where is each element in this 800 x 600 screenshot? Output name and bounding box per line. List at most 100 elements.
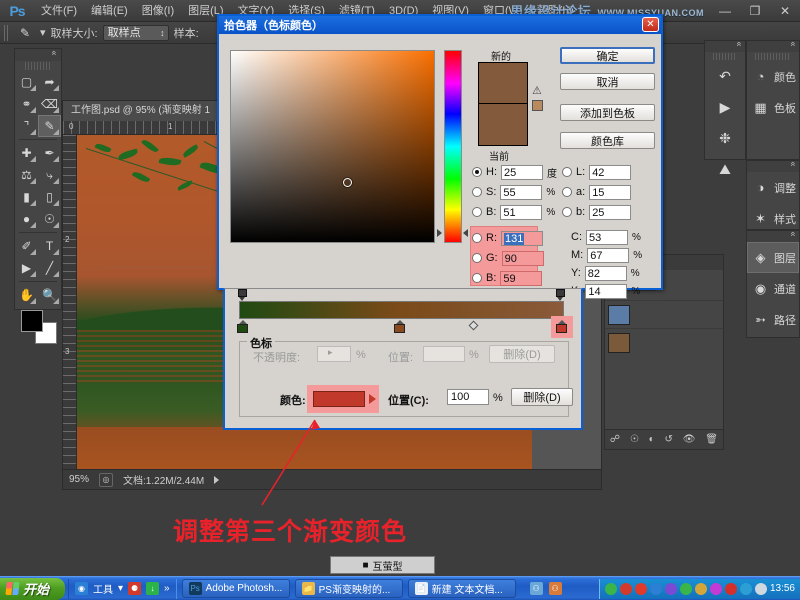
color-stop-1[interactable] xyxy=(237,320,248,333)
panel-paths[interactable]: ➳ 路径 xyxy=(747,304,799,335)
new-color-swatch[interactable] xyxy=(478,62,528,104)
dock4-collapse-icon[interactable] xyxy=(747,231,799,242)
radio-a-icon[interactable] xyxy=(562,187,572,197)
document-tab[interactable]: 工作图.psd @ 95% (渐变映射 1 xyxy=(63,100,220,121)
menu-edit[interactable]: 编辑(E) xyxy=(84,0,135,22)
histogram-icon[interactable]: ⛰ xyxy=(705,154,745,185)
history-icon[interactable]: ↶ xyxy=(705,61,745,92)
tool-dodge-icon[interactable]: ☉ xyxy=(38,208,61,230)
location-input[interactable]: 100 xyxy=(447,389,489,405)
panel-adjustments[interactable]: ◑ 调整 xyxy=(747,172,799,203)
fx-icon[interactable]: ☉ xyxy=(630,434,639,445)
radio-b2-icon[interactable] xyxy=(472,273,482,283)
input-k[interactable]: 14 xyxy=(585,283,628,299)
tool-preset-chevron-icon[interactable]: ▾ xyxy=(40,26,46,39)
taskbar-item-notepad[interactable]: 📄 新建 文本文档... xyxy=(407,579,516,598)
input-a[interactable]: 15 xyxy=(589,184,632,200)
toolbox-drag-handle[interactable] xyxy=(25,62,51,70)
input-r[interactable]: 131 xyxy=(501,230,543,246)
tool-clone-stamp-icon[interactable]: ⚖ xyxy=(15,164,38,186)
location-input-top[interactable] xyxy=(423,346,465,362)
opacity-stepper-icon[interactable]: ▸ xyxy=(328,347,333,358)
dock1-drag-handle[interactable] xyxy=(713,53,737,60)
close-button[interactable]: ✕ xyxy=(770,0,800,22)
tool-history-brush-icon[interactable]: ⤷ xyxy=(38,164,61,186)
tool-crop-icon[interactable]: ⌝ xyxy=(15,115,38,137)
tool-gradient-icon[interactable]: ▯ xyxy=(38,186,61,208)
eyedropper-icon[interactable]: ✎ xyxy=(15,24,35,42)
input-blab[interactable]: 25 xyxy=(589,204,632,220)
panel-channels[interactable]: ◉ 通道 xyxy=(747,273,799,304)
media-icon[interactable] xyxy=(619,582,632,595)
input-l[interactable]: 42 xyxy=(589,164,632,180)
color-libraries-button[interactable]: 颜色库 xyxy=(560,132,655,149)
radio-h-icon[interactable] xyxy=(472,167,482,177)
download-icon[interactable]: ↓ xyxy=(146,582,160,595)
layer-row-1[interactable] xyxy=(605,300,723,328)
opacity-stop-right[interactable] xyxy=(556,289,565,301)
field-m[interactable]: M: 67 % xyxy=(571,246,642,264)
ok-button[interactable]: 确定 xyxy=(560,47,655,64)
radio-s-icon[interactable] xyxy=(472,187,482,197)
quicklaunch-more-icon[interactable]: » xyxy=(164,583,170,594)
gradient-color-chip[interactable] xyxy=(313,391,365,407)
menu-file[interactable]: 文件(F) xyxy=(34,0,84,22)
net-icon[interactable] xyxy=(649,582,662,595)
field-r[interactable]: R: 131 xyxy=(472,228,544,248)
field-y[interactable]: Y: 82 % xyxy=(571,264,642,282)
field-g[interactable]: G: 90 xyxy=(472,248,544,268)
start-button[interactable]: 开始 xyxy=(0,577,66,600)
tool-marquee-icon[interactable]: ▢ xyxy=(15,71,38,93)
add-to-swatches-button[interactable]: 添加到色板 xyxy=(560,104,655,121)
field-s[interactable]: S: 55 % xyxy=(472,182,557,202)
new-layer-icon[interactable]: 👁 xyxy=(683,434,696,445)
clock[interactable]: 13:56 xyxy=(770,583,795,594)
gradient-preview-strip[interactable] xyxy=(239,301,564,319)
opacity-stop-left[interactable] xyxy=(238,289,247,301)
taskbar-item-photoshop[interactable]: Ps Adobe Photosh... xyxy=(181,579,290,598)
floating-tool-bar[interactable]: ■ 互萤型 xyxy=(330,556,435,574)
tool-type-icon[interactable]: T xyxy=(38,235,61,257)
delete-button[interactable]: 删除(D) xyxy=(511,388,573,406)
chevron-down-icon[interactable]: ▾ xyxy=(118,583,123,594)
input-y[interactable]: 82 xyxy=(584,265,627,281)
tool-pen-icon[interactable]: ✐ xyxy=(15,235,38,257)
panel-color[interactable]: ◔ 颜色 xyxy=(747,61,799,92)
toolbox-collapse-icon[interactable] xyxy=(15,49,61,61)
field-l[interactable]: L: 42 xyxy=(562,162,632,182)
help-icon[interactable] xyxy=(694,582,707,595)
radio-g-icon[interactable] xyxy=(472,253,482,263)
saturation-brightness-field[interactable] xyxy=(230,50,435,243)
options-bar-grip[interactable] xyxy=(4,24,10,41)
field-h[interactable]: H: 25 度 xyxy=(472,162,557,182)
tool-line-icon[interactable]: ╱ xyxy=(38,257,61,279)
taskbar-item-folder[interactable]: 📁 PS渐变映射的... xyxy=(294,579,403,598)
tool-lasso-icon[interactable]: ⚭ xyxy=(15,93,38,115)
layer-row-2[interactable] xyxy=(605,328,723,356)
tool-path-select-icon[interactable]: ▶ xyxy=(15,257,38,279)
tool-blur-icon[interactable]: ● xyxy=(15,208,38,230)
sound-icon[interactable] xyxy=(664,582,677,595)
weather-icon[interactable] xyxy=(754,582,767,595)
block-icon[interactable] xyxy=(634,582,647,595)
field-a[interactable]: a: 15 xyxy=(562,182,632,202)
sample-size-select[interactable]: 取样点 xyxy=(102,24,169,41)
input-h[interactable]: 25 xyxy=(501,164,543,180)
color-field-marker[interactable] xyxy=(343,178,352,187)
hue-slider[interactable] xyxy=(444,50,462,243)
out-of-gamut-swatch[interactable] xyxy=(532,100,543,111)
opera-icon[interactable]: ◉ xyxy=(75,582,89,595)
restore-button[interactable]: ❐ xyxy=(740,0,770,22)
antivirus-icon[interactable] xyxy=(724,582,737,595)
3d-icon[interactable]: ❉ xyxy=(705,123,745,154)
cancel-button[interactable]: 取消 xyxy=(560,73,655,90)
key-icon[interactable] xyxy=(709,582,722,595)
minimize-button[interactable]: — xyxy=(710,0,740,22)
radio-b-icon[interactable] xyxy=(472,207,482,217)
tool-move-icon[interactable]: ➦ xyxy=(38,71,61,93)
dock2-drag-handle[interactable] xyxy=(755,53,791,60)
input-g[interactable]: 90 xyxy=(501,250,544,266)
dock1-collapse-icon[interactable] xyxy=(705,41,745,52)
input-s[interactable]: 55 xyxy=(500,184,543,200)
color-picker-titlebar[interactable]: 拾色器（色标颜色） ✕ xyxy=(219,16,661,34)
